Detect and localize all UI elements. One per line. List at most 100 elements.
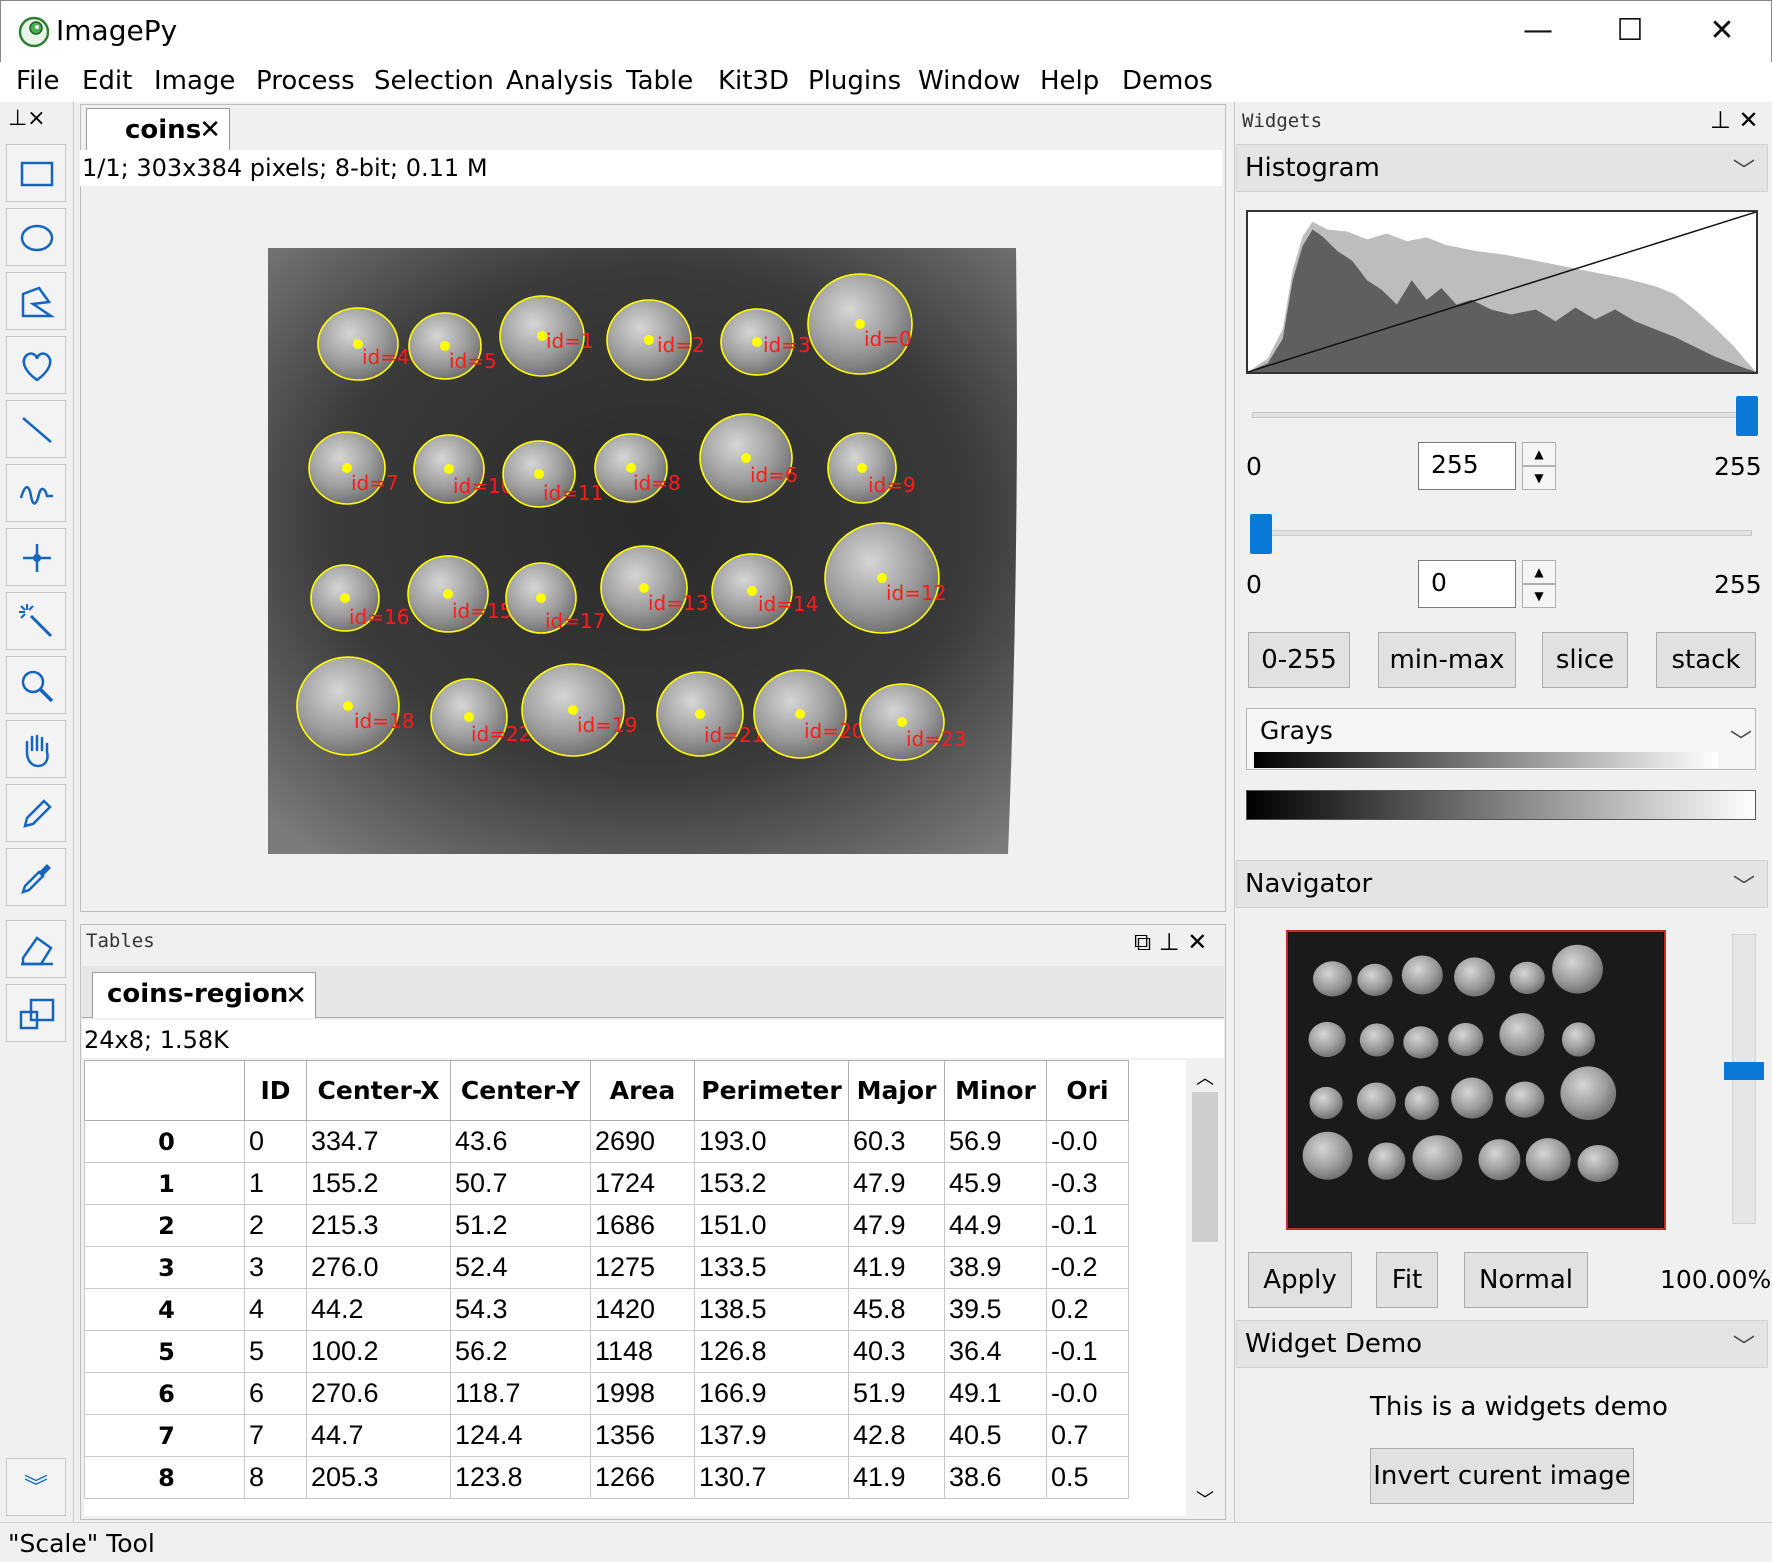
table-cell[interactable]: 40.3 <box>848 1330 945 1373</box>
table-cell[interactable]: 54.3 <box>450 1288 591 1331</box>
eraser-tool[interactable] <box>6 920 66 978</box>
column-header[interactable]: Major <box>848 1060 945 1121</box>
table-cell[interactable]: 51.9 <box>848 1372 945 1415</box>
table-tab-close-icon[interactable]: ✕ <box>285 981 307 1011</box>
menu-window[interactable]: Window <box>918 66 1021 96</box>
table-cell[interactable]: 7 <box>244 1414 307 1457</box>
table-cell[interactable]: 42.8 <box>848 1414 945 1457</box>
navigator-section-header[interactable]: Navigator ﹀ <box>1236 860 1768 908</box>
table-cell[interactable]: 38.6 <box>944 1456 1047 1499</box>
table-cell[interactable]: 4 <box>244 1288 307 1331</box>
spin-down-icon[interactable]: ▼ <box>1522 466 1556 490</box>
row-header[interactable]: 6 <box>84 1372 245 1415</box>
table-cell[interactable]: -0.3 <box>1046 1162 1129 1205</box>
table-row[interactable]: 1 1 155.2 50.7 1724 153.2 47.9 45.9 -0.3 <box>84 1162 1129 1205</box>
high-spinner[interactable]: ▲ ▼ <box>1522 442 1556 490</box>
data-grid[interactable]: ID Center-X Center-Y Area Perimeter Majo… <box>84 1060 1129 1499</box>
table-cell[interactable]: 1420 <box>590 1288 695 1331</box>
table-cell[interactable]: 133.5 <box>694 1246 849 1289</box>
table-cell[interactable]: 276.0 <box>306 1246 451 1289</box>
row-header[interactable]: 0 <box>84 1120 245 1163</box>
hand-tool[interactable] <box>6 720 66 778</box>
table-cell[interactable]: 44.7 <box>306 1414 451 1457</box>
table-cell[interactable]: 151.0 <box>694 1204 849 1247</box>
table-cell[interactable]: 193.0 <box>694 1120 849 1163</box>
table-cell[interactable]: 60.3 <box>848 1120 945 1163</box>
table-cell[interactable]: 138.5 <box>694 1288 849 1331</box>
navigator-thumbnail[interactable] <box>1286 930 1666 1230</box>
table-cell[interactable]: 36.4 <box>944 1330 1047 1373</box>
menu-kit3d[interactable]: Kit3D <box>718 66 789 96</box>
menu-selection[interactable]: Selection <box>374 66 494 96</box>
table-cell[interactable]: 153.2 <box>694 1162 849 1205</box>
table-cell[interactable]: 1275 <box>590 1246 695 1289</box>
table-row[interactable]: 2 2 215.3 51.2 1686 151.0 47.9 44.9 -0.1 <box>84 1204 1129 1247</box>
row-header[interactable]: 7 <box>84 1414 245 1457</box>
table-cell[interactable]: 270.6 <box>306 1372 451 1415</box>
point-tool[interactable] <box>6 528 66 586</box>
slice-button[interactable]: slice <box>1542 632 1628 688</box>
colormap-range-bar[interactable] <box>1246 790 1756 820</box>
table-cell[interactable]: 1 <box>244 1162 307 1205</box>
coin-region[interactable]: id=0 <box>807 273 913 375</box>
rectangle-select-tool[interactable] <box>6 144 66 202</box>
line-tool[interactable] <box>6 400 66 458</box>
table-cell[interactable]: 126.8 <box>694 1330 849 1373</box>
row-header[interactable]: 4 <box>84 1288 245 1331</box>
freehand-select-tool[interactable] <box>6 336 66 394</box>
pencil-tool[interactable] <box>6 784 66 842</box>
column-header[interactable]: Ori <box>1046 1060 1129 1121</box>
table-cell[interactable]: 0.2 <box>1046 1288 1129 1331</box>
table-cell[interactable]: 5 <box>244 1330 307 1373</box>
table-cell[interactable]: 0 <box>244 1120 307 1163</box>
table-cell[interactable]: -0.1 <box>1046 1204 1129 1247</box>
close-button[interactable]: ✕ <box>1692 10 1752 52</box>
column-header[interactable]: Center-X <box>306 1060 451 1121</box>
chevron-down-icon[interactable]: ﹀ <box>1733 1329 1755 1361</box>
table-cell[interactable]: 1356 <box>590 1414 695 1457</box>
column-header[interactable]: Center-Y <box>450 1060 591 1121</box>
table-cell[interactable]: 41.9 <box>848 1246 945 1289</box>
table-cell[interactable]: 56.9 <box>944 1120 1047 1163</box>
table-cell[interactable]: -0.2 <box>1046 1246 1129 1289</box>
table-cell[interactable]: 0.5 <box>1046 1456 1129 1499</box>
color-picker-tool[interactable] <box>6 848 66 906</box>
table-cell[interactable]: -0.0 <box>1046 1372 1129 1415</box>
table-cell[interactable]: 45.9 <box>944 1162 1047 1205</box>
widgets-panel-controls[interactable]: ⊥ ✕ <box>1710 106 1759 134</box>
table-cell[interactable]: 6 <box>244 1372 307 1415</box>
tab-coins[interactable]: coins ✕ <box>86 108 230 150</box>
table-cell[interactable]: 123.8 <box>450 1456 591 1499</box>
menu-help[interactable]: Help <box>1040 66 1099 96</box>
toolbar-more-button[interactable]: ︾ <box>6 1458 66 1516</box>
table-cell[interactable]: 1724 <box>590 1162 695 1205</box>
widget-demo-section-header[interactable]: Widget Demo ﹀ <box>1236 1320 1768 1368</box>
table-cell[interactable]: 3 <box>244 1246 307 1289</box>
table-row[interactable]: 5 5 100.2 56.2 1148 126.8 40.3 36.4 -0.1 <box>84 1330 1129 1373</box>
table-cell[interactable]: 2690 <box>590 1120 695 1163</box>
table-cell[interactable]: 205.3 <box>306 1456 451 1499</box>
table-cell[interactable]: 137.9 <box>694 1414 849 1457</box>
table-cell[interactable]: 47.9 <box>848 1162 945 1205</box>
region-table[interactable]: ID Center-X Center-Y Area Perimeter Majo… <box>84 1060 1186 1516</box>
table-cell[interactable]: 155.2 <box>306 1162 451 1205</box>
high-slider-thumb[interactable] <box>1736 396 1758 436</box>
chevron-down-icon[interactable]: ﹀ <box>1733 869 1755 901</box>
tab-close-icon[interactable]: ✕ <box>199 115 221 145</box>
scroll-up-icon[interactable]: ︿ <box>1196 1064 1214 1090</box>
tab-coins-region[interactable]: coins-region ✕ <box>92 972 316 1018</box>
polygon-select-tool[interactable] <box>6 272 66 330</box>
menu-plugins[interactable]: Plugins <box>808 66 901 96</box>
column-header[interactable]: ID <box>244 1060 307 1121</box>
row-header[interactable]: 5 <box>84 1330 245 1373</box>
table-cell[interactable]: 2 <box>244 1204 307 1247</box>
navigator-zoom-thumb[interactable] <box>1724 1062 1764 1080</box>
table-row[interactable]: 8 8 205.3 123.8 1266 130.7 41.9 38.6 0.5 <box>84 1456 1129 1499</box>
table-cell[interactable]: 39.5 <box>944 1288 1047 1331</box>
toolbar-pin-close[interactable]: ⊥× <box>8 106 46 131</box>
freeline-tool[interactable] <box>6 464 66 522</box>
zoom-tool[interactable] <box>6 656 66 714</box>
menu-file[interactable]: File <box>16 66 60 96</box>
table-cell[interactable]: 40.5 <box>944 1414 1047 1457</box>
column-header[interactable]: Minor <box>944 1060 1047 1121</box>
